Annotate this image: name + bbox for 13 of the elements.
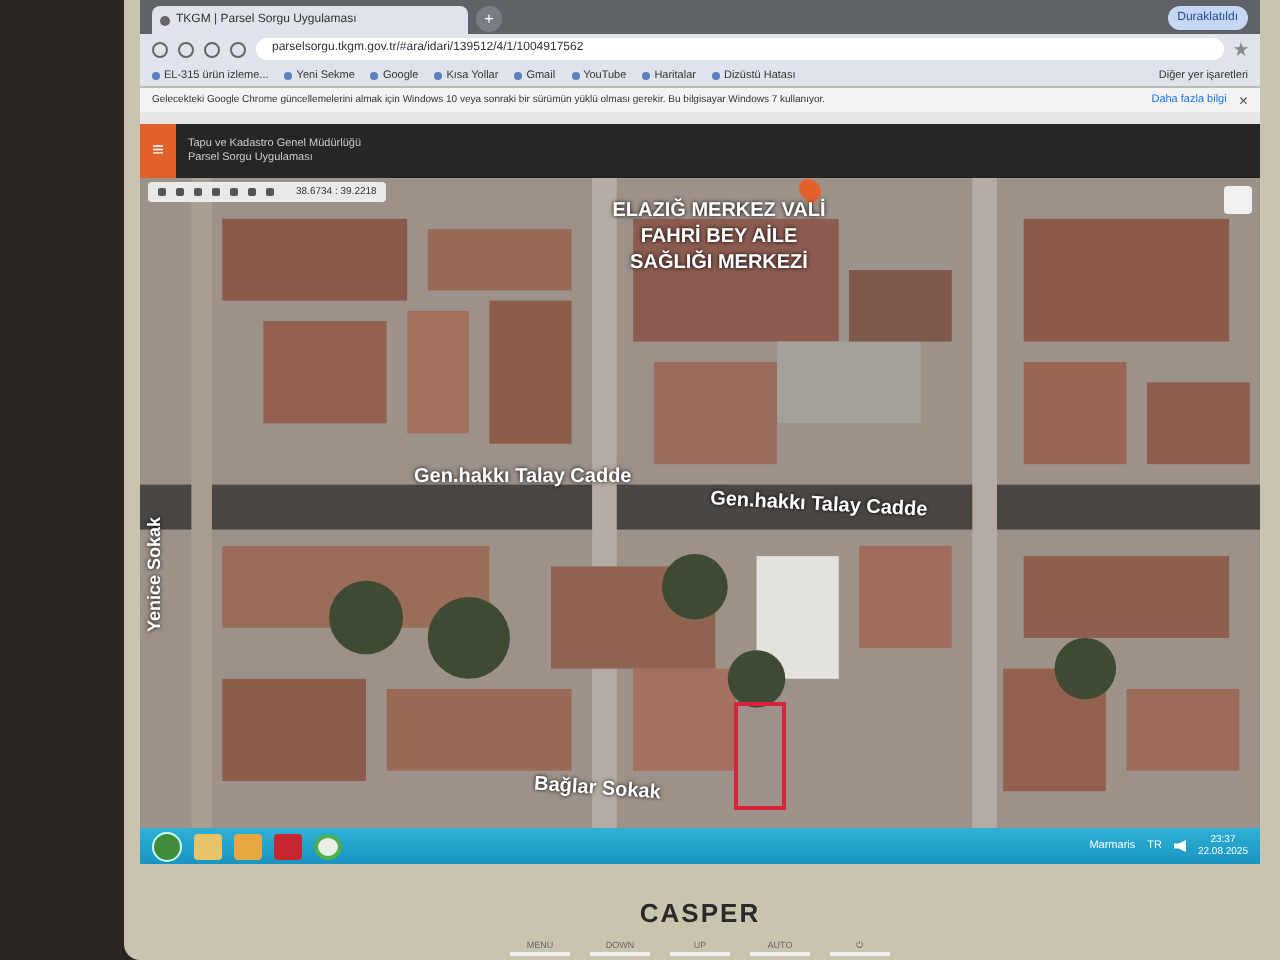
map-label: Gen.hakkı Talay Cadde <box>414 466 632 488</box>
new-tab-button[interactable]: + <box>476 6 502 32</box>
brand-logo: CASPER <box>639 898 761 928</box>
speaker-icon[interactable] <box>1173 840 1186 852</box>
menu-button[interactable]: ≡ <box>140 124 176 178</box>
pdf-icon[interactable] <box>274 833 302 859</box>
browser-icon[interactable] <box>314 833 342 859</box>
map-label: ELAZIĞ MERKEZ VALİ FAHRİ BEY AİLE SAĞLIĞI MERKEZİ <box>610 198 828 276</box>
satellite-map-drawing[interactable] <box>140 178 1260 828</box>
map-label: Gen.hakkı Talay Cadde <box>709 488 928 522</box>
map-label: Bağlar Sokak <box>533 773 662 805</box>
close-button[interactable]: × <box>1238 91 1248 109</box>
map-label: Yenice Sokak <box>144 514 164 632</box>
